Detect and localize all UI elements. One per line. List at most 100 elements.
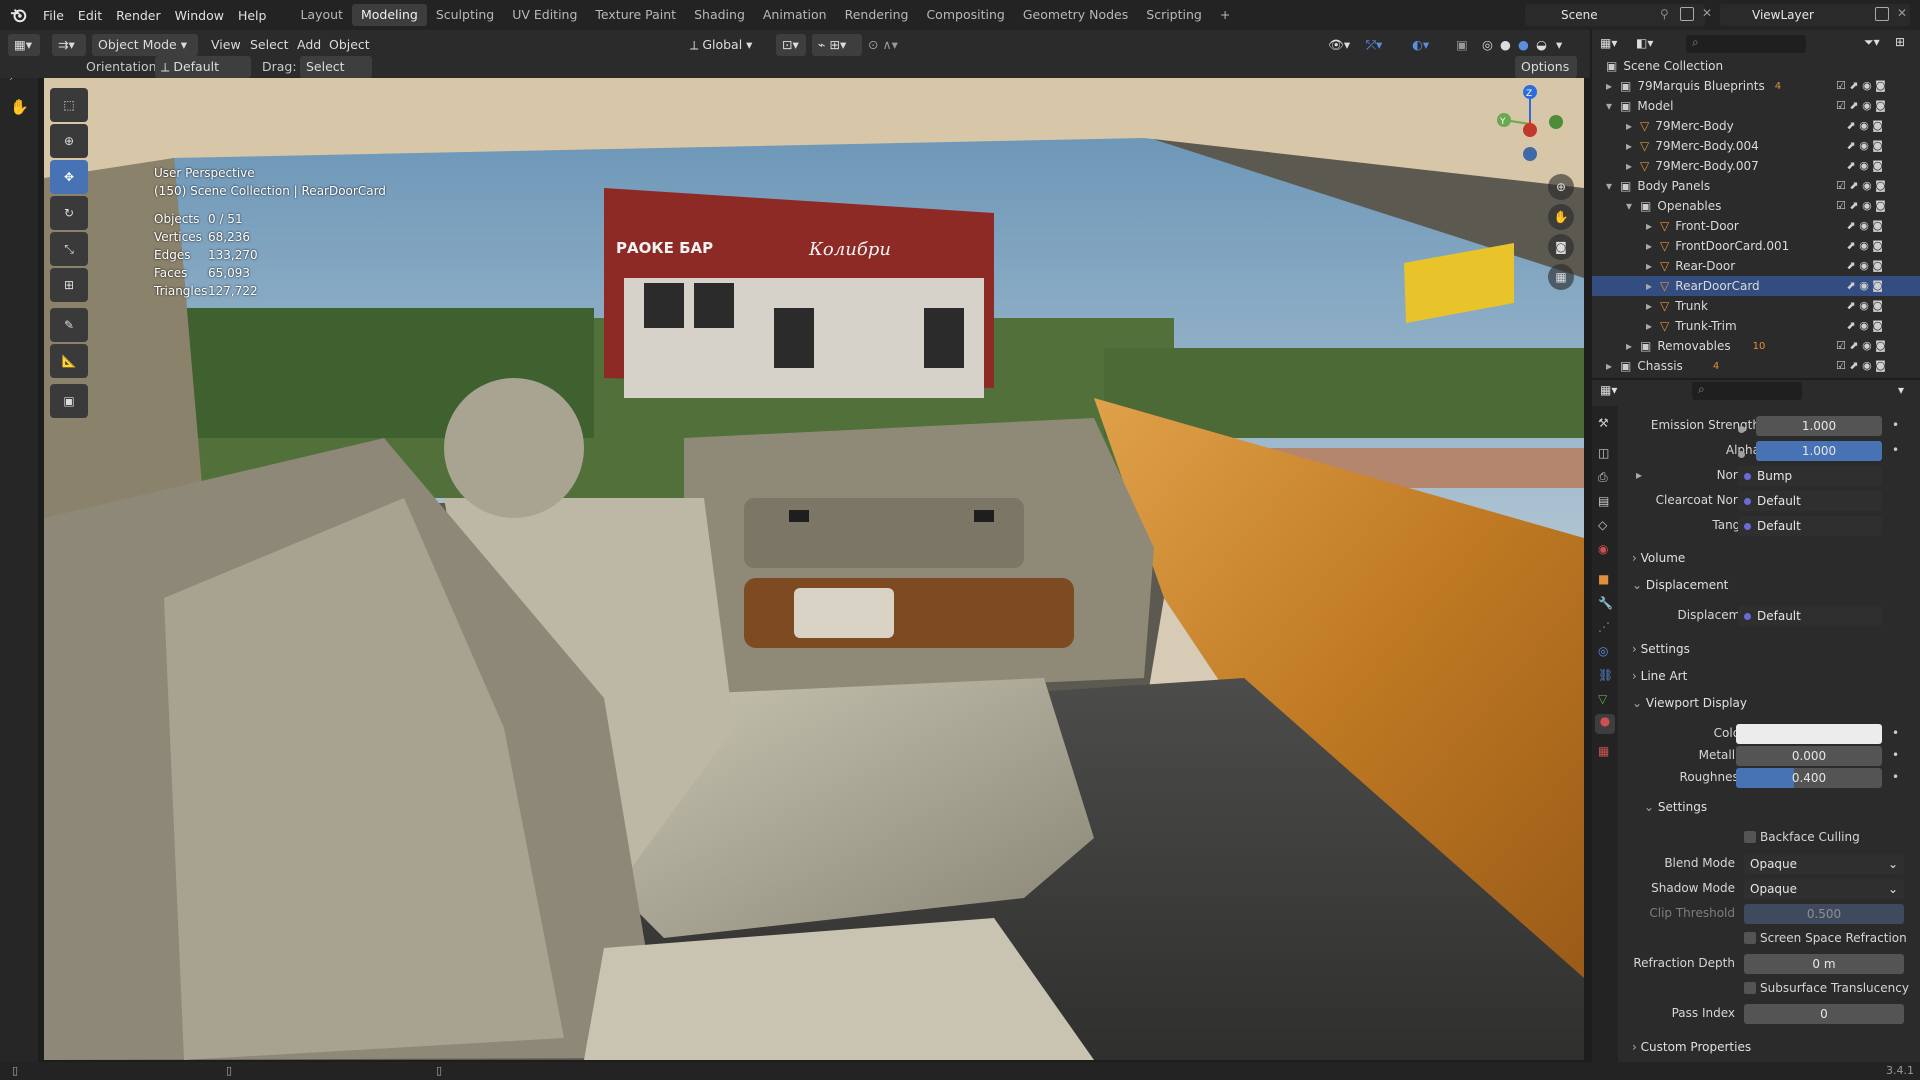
close-view-layer-icon[interactable]: ✕ — [1897, 6, 1907, 20]
roughness-field[interactable]: 0.400 — [1736, 768, 1882, 788]
chevron-right-icon[interactable]: ▸ — [1626, 339, 1632, 353]
row-toggles[interactable]: ☑ ⬈ ◉ ◙ — [1836, 336, 1920, 356]
data-tab-icon[interactable]: ▽ — [1598, 692, 1607, 706]
hand-icon[interactable]: ✋ — [10, 98, 29, 116]
keyframe-dot-icon[interactable]: • — [1892, 418, 1899, 432]
pass-index-field[interactable]: 0 — [1744, 1004, 1904, 1024]
add-menu[interactable]: Add — [297, 34, 321, 56]
pin-icon[interactable]: ⚲ — [1660, 7, 1669, 21]
tab-rendering[interactable]: Rendering — [836, 4, 918, 26]
keyframe-dot-icon[interactable]: • — [1892, 443, 1899, 457]
camera-view-icon[interactable]: ◙ — [1548, 234, 1574, 260]
chevron-right-icon[interactable]: ▸ — [1646, 259, 1652, 273]
keyframe-dot-icon[interactable]: • — [1892, 770, 1899, 784]
object-tab-icon[interactable]: ■ — [1598, 572, 1609, 586]
emission-strength-field[interactable]: 1.000 — [1756, 416, 1882, 436]
row-toggles[interactable]: ⬈ ◉ ◙ — [1836, 236, 1920, 256]
select-menu[interactable]: Select — [250, 34, 289, 56]
add-workspace-button[interactable]: + — [1211, 4, 1239, 26]
close-scene-icon[interactable]: ✕ — [1702, 6, 1712, 20]
row-toggles[interactable]: ☑ ⬈ ◉ ◙ — [1836, 96, 1920, 116]
navigation-gizmo[interactable]: ZY — [1490, 84, 1570, 164]
cursor-tool-icon[interactable]: ⊕ — [50, 124, 88, 158]
tab-texture-paint[interactable]: Texture Paint — [586, 4, 685, 26]
clearcoat-normal-field[interactable]: Default — [1738, 491, 1882, 511]
output-tab-icon[interactable]: ⎙ — [1598, 470, 1608, 485]
tab-sculpting[interactable]: Sculpting — [427, 4, 503, 26]
subsurface-translucency-checkbox[interactable] — [1744, 982, 1756, 994]
tab-layout[interactable]: Layout — [291, 4, 352, 26]
shading-options-icon[interactable]: ▾ — [1556, 34, 1562, 56]
view-layer-tab-icon[interactable]: ▤ — [1598, 494, 1609, 508]
scene-tab-icon[interactable]: ◇ — [1598, 518, 1607, 532]
zoom-view-icon[interactable]: ⊕ — [1548, 174, 1574, 200]
chevron-right-icon[interactable]: ▸ — [1606, 359, 1612, 373]
row-toggles[interactable]: ☑ ⬈ ◉ ◙ — [1836, 76, 1920, 96]
chevron-down-icon[interactable]: ▾ — [1626, 199, 1632, 213]
chevron-right-icon[interactable]: ▸ — [1646, 219, 1652, 233]
tab-modeling[interactable]: Modeling — [351, 4, 427, 26]
backface-culling-checkbox[interactable] — [1744, 831, 1756, 843]
chevron-right-icon[interactable]: ▸ — [1626, 119, 1632, 133]
row-toggles[interactable]: ☑ ⬈ ◉ ◙ — [1836, 196, 1920, 216]
chevron-right-icon[interactable]: ▸ — [1646, 279, 1652, 293]
metallic-field[interactable]: 0.000 — [1736, 746, 1882, 766]
tab-uv-editing[interactable]: UV Editing — [503, 4, 586, 26]
transform-orientation-dropdown[interactable]: ⟂ Global ▾ — [690, 34, 752, 56]
tab-shading[interactable]: Shading — [685, 4, 754, 26]
row-toggles[interactable]: ☑ ⬈ ◉ ◙ — [1836, 356, 1920, 376]
blender-logo-icon[interactable] — [10, 6, 28, 24]
row-toggles[interactable]: ⬈ ◉ ◙ — [1836, 156, 1920, 176]
chevron-down-icon[interactable]: ▾ — [1606, 99, 1612, 113]
properties-search-input[interactable]: ⌕ — [1692, 382, 1802, 400]
overlay-toggle-icon[interactable]: ◐▾ — [1412, 34, 1429, 56]
chevron-right-icon[interactable]: ▸ — [1646, 319, 1652, 333]
view-menu[interactable]: View — [211, 34, 241, 56]
new-view-layer-icon[interactable] — [1875, 7, 1889, 21]
volume-panel-header[interactable]: › Volume — [1632, 551, 1685, 565]
row-toggles[interactable]: ☑ ⬈ ◉ ◙ — [1836, 176, 1920, 196]
settings-panel-header[interactable]: › Settings — [1632, 642, 1690, 656]
rotate-tool-icon[interactable]: ↻ — [50, 196, 88, 230]
wireframe-shading-icon[interactable]: ◎ — [1482, 34, 1493, 56]
editor-type-button[interactable]: ▦▾ — [8, 34, 40, 56]
pan-view-icon[interactable]: ✋ — [1548, 204, 1574, 230]
viewport-settings-subpanel-header[interactable]: ⌄ Settings — [1644, 800, 1707, 814]
orientation-dropdown[interactable]: ⟂ Default — [155, 56, 251, 78]
proportional-editing-button[interactable]: ⊙ ∧▾ — [868, 34, 898, 56]
line-art-panel-header[interactable]: › Line Art — [1632, 669, 1687, 683]
refraction-depth-field[interactable]: 0 m — [1744, 954, 1904, 974]
chevron-right-icon[interactable]: ▸ — [1606, 79, 1612, 93]
tangent-field[interactable]: Default — [1738, 516, 1882, 536]
row-toggles[interactable]: ⬈ ◉ ◙ — [1836, 116, 1920, 136]
tab-scripting[interactable]: Scripting — [1137, 4, 1211, 26]
clip-threshold-field[interactable]: 0.500 — [1744, 904, 1904, 924]
tab-geometry-nodes[interactable]: Geometry Nodes — [1014, 4, 1137, 26]
alpha-field[interactable]: 1.000 — [1756, 441, 1882, 461]
menu-file[interactable]: File — [36, 8, 71, 23]
outliner-root[interactable]: ▣ Scene Collection — [1592, 56, 1920, 76]
new-scene-icon[interactable] — [1680, 7, 1694, 21]
filter-icon[interactable]: ⏷▾ — [1864, 35, 1880, 50]
menu-help[interactable]: Help — [231, 8, 274, 23]
menu-window[interactable]: Window — [168, 8, 231, 23]
select-box-tool-icon[interactable]: ⬚ — [50, 88, 88, 122]
measure-tool-icon[interactable]: 📐 — [50, 344, 88, 378]
keyframe-dot-icon[interactable]: • — [1892, 748, 1899, 762]
move-tool-icon[interactable]: ✥ — [50, 160, 88, 194]
custom-properties-panel-header[interactable]: › Custom Properties — [1632, 1040, 1751, 1054]
row-toggles[interactable]: ⬈ ◉ ◙ — [1836, 256, 1920, 276]
snap-button[interactable]: ⌁ ⊞▾ — [812, 34, 862, 56]
xray-icon[interactable]: ▣ — [1456, 34, 1468, 56]
pivot-point-button[interactable]: ⊡▾ — [776, 34, 806, 56]
row-toggles[interactable]: ⬈ ◉ ◙ — [1836, 296, 1920, 316]
drag-dropdown[interactable]: Select Box — [300, 56, 372, 96]
menu-render[interactable]: Render — [109, 8, 168, 23]
scale-tool-icon[interactable]: ⤡ — [50, 232, 88, 266]
particles-tab-icon[interactable]: ⋰ — [1598, 620, 1610, 634]
chevron-right-icon[interactable]: ▸ — [1646, 299, 1652, 313]
outliner-editor-type-button[interactable]: ▦▾ — [1600, 36, 1617, 50]
outliner-display-mode-button[interactable]: ◧▾ — [1636, 36, 1653, 50]
material-preview-icon[interactable]: ● — [1518, 34, 1529, 56]
row-toggles[interactable]: ⬈ ◉ ◙ — [1836, 136, 1920, 156]
